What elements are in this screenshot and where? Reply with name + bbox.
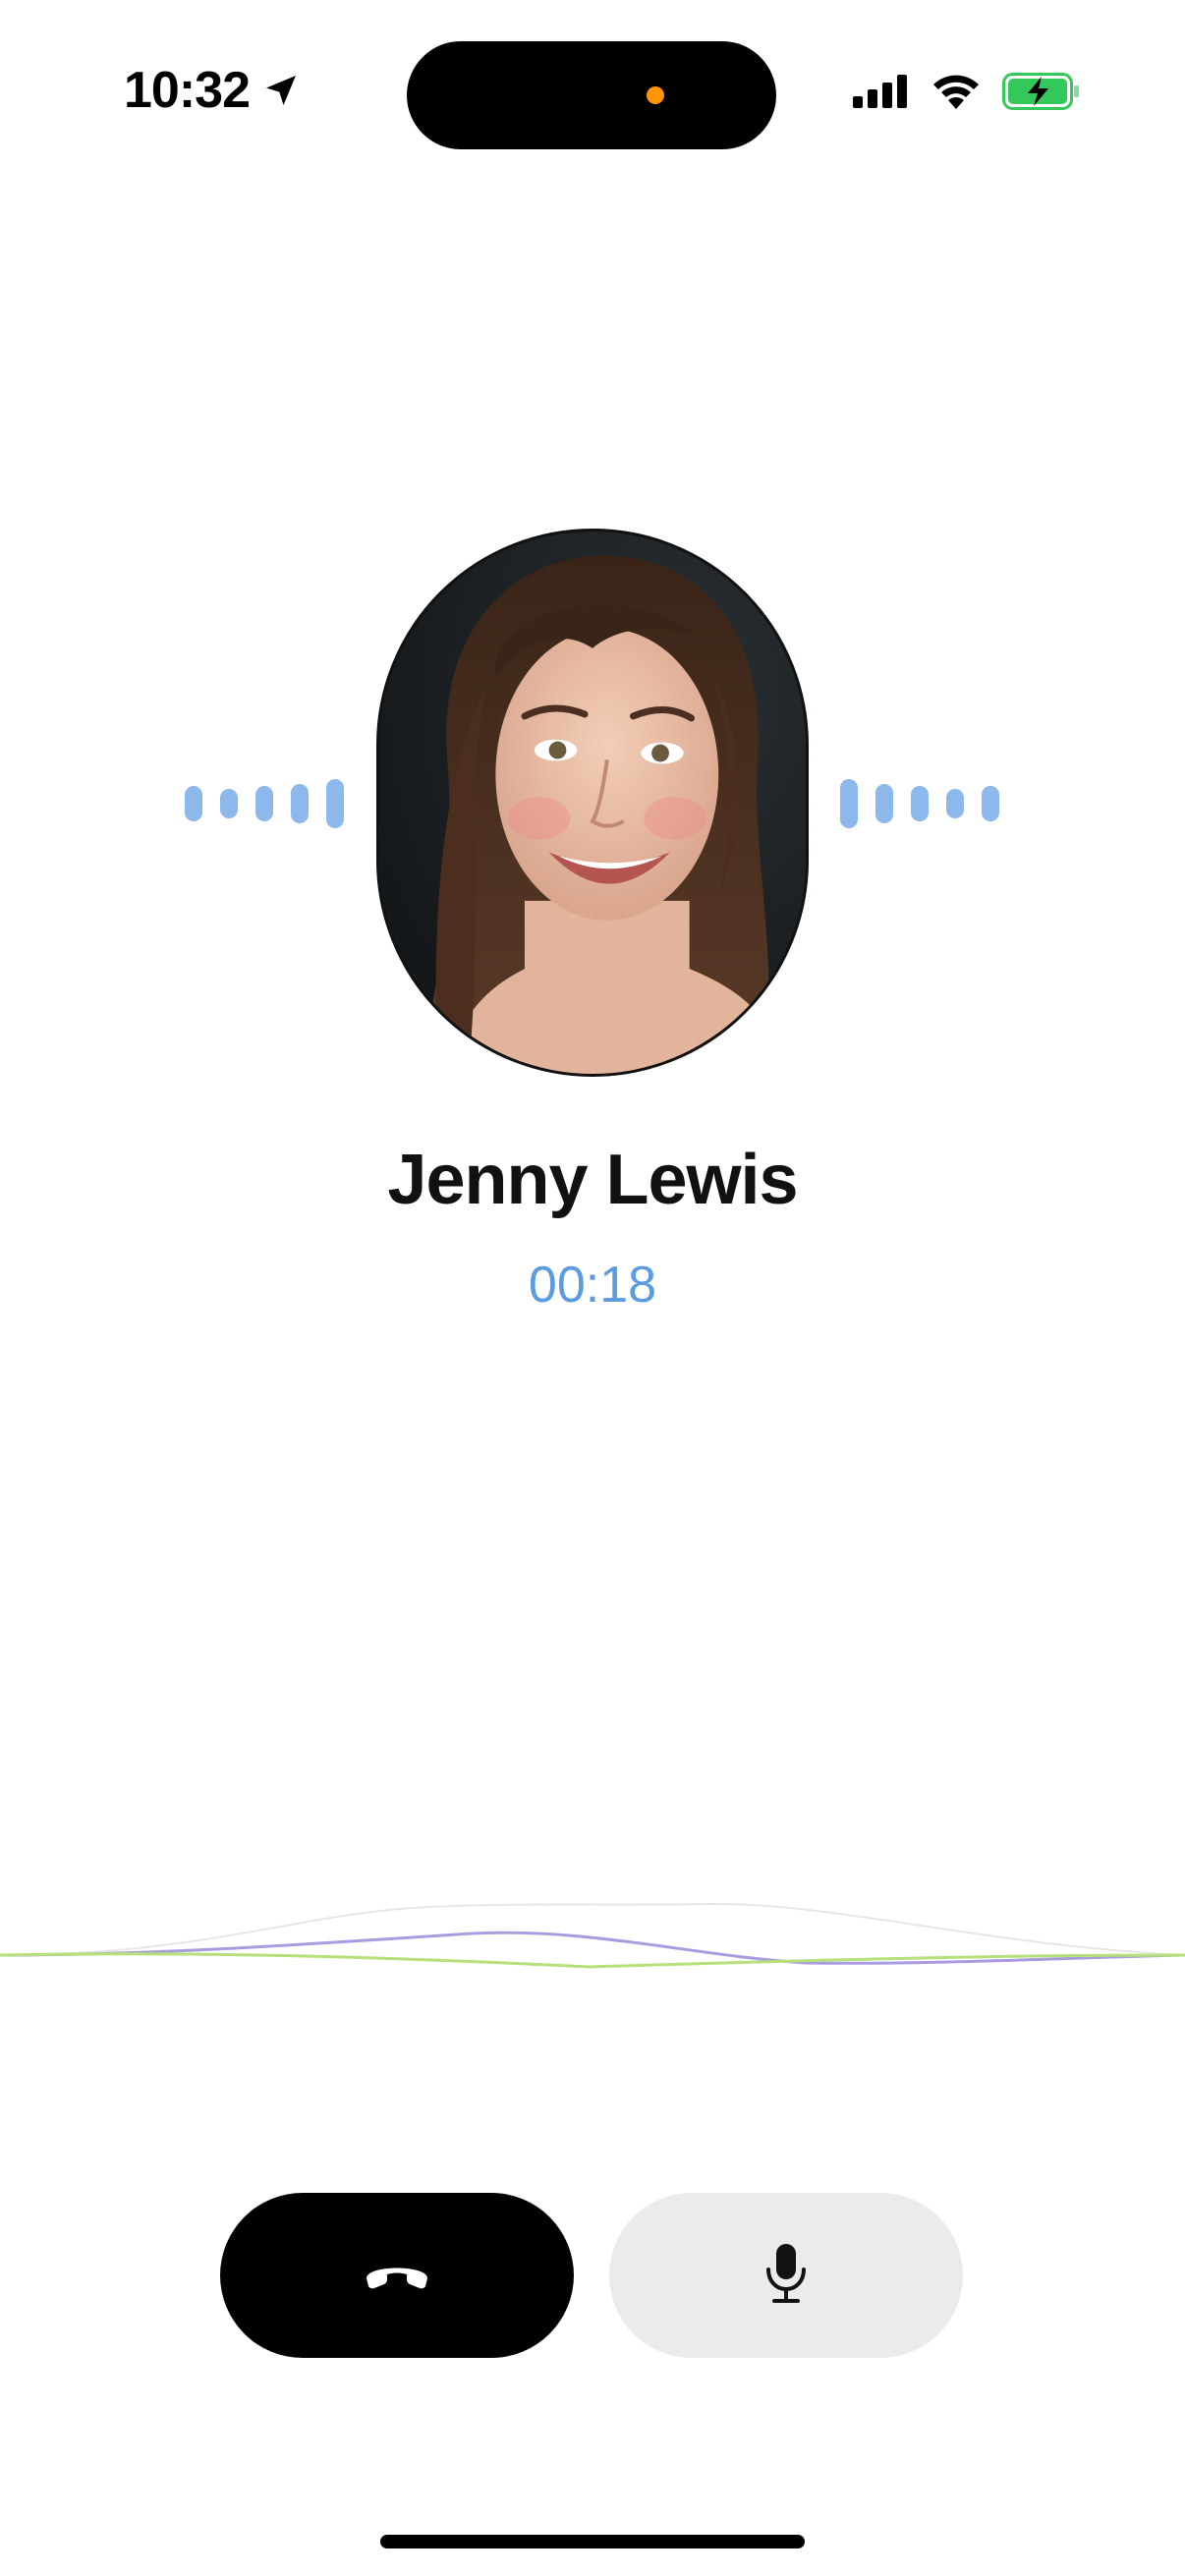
call-screen: 10:32 Jenny Lewis 00:18 — [0, 0, 1185, 2576]
location-arrow-icon — [261, 71, 301, 110]
voice-bar — [875, 784, 893, 823]
phone-hangup-icon — [363, 2257, 431, 2295]
voice-level-bars-right — [840, 778, 999, 829]
voice-bar — [185, 786, 202, 821]
voice-bar — [291, 784, 309, 823]
end-call-button[interactable] — [220, 2193, 574, 2358]
caller-name: Jenny Lewis — [387, 1141, 798, 1219]
status-icons — [853, 73, 1081, 110]
audio-waveform — [0, 1902, 1185, 1969]
voice-bar — [326, 779, 344, 828]
voice-bar — [220, 789, 238, 818]
mute-button[interactable] — [609, 2193, 963, 2358]
voice-bar — [982, 786, 999, 821]
voice-bar — [255, 786, 273, 821]
battery-charging-icon — [1002, 73, 1081, 110]
caller-photo — [379, 532, 806, 1074]
voice-level-bars-left — [185, 778, 344, 829]
voice-bar — [911, 786, 929, 821]
cellular-signal-icon — [853, 75, 910, 108]
home-indicator[interactable] — [380, 2535, 805, 2548]
privacy-indicator-dot — [647, 86, 664, 104]
caller-avatar — [376, 529, 809, 1077]
voice-bar — [946, 789, 964, 818]
status-time: 10:32 — [124, 61, 301, 120]
status-time-text: 10:32 — [124, 62, 251, 119]
voice-bar — [840, 779, 858, 828]
dynamic-island — [407, 41, 776, 149]
microphone-icon — [764, 2242, 808, 2310]
wifi-icon — [931, 74, 981, 109]
call-duration: 00:18 — [528, 1257, 657, 1314]
